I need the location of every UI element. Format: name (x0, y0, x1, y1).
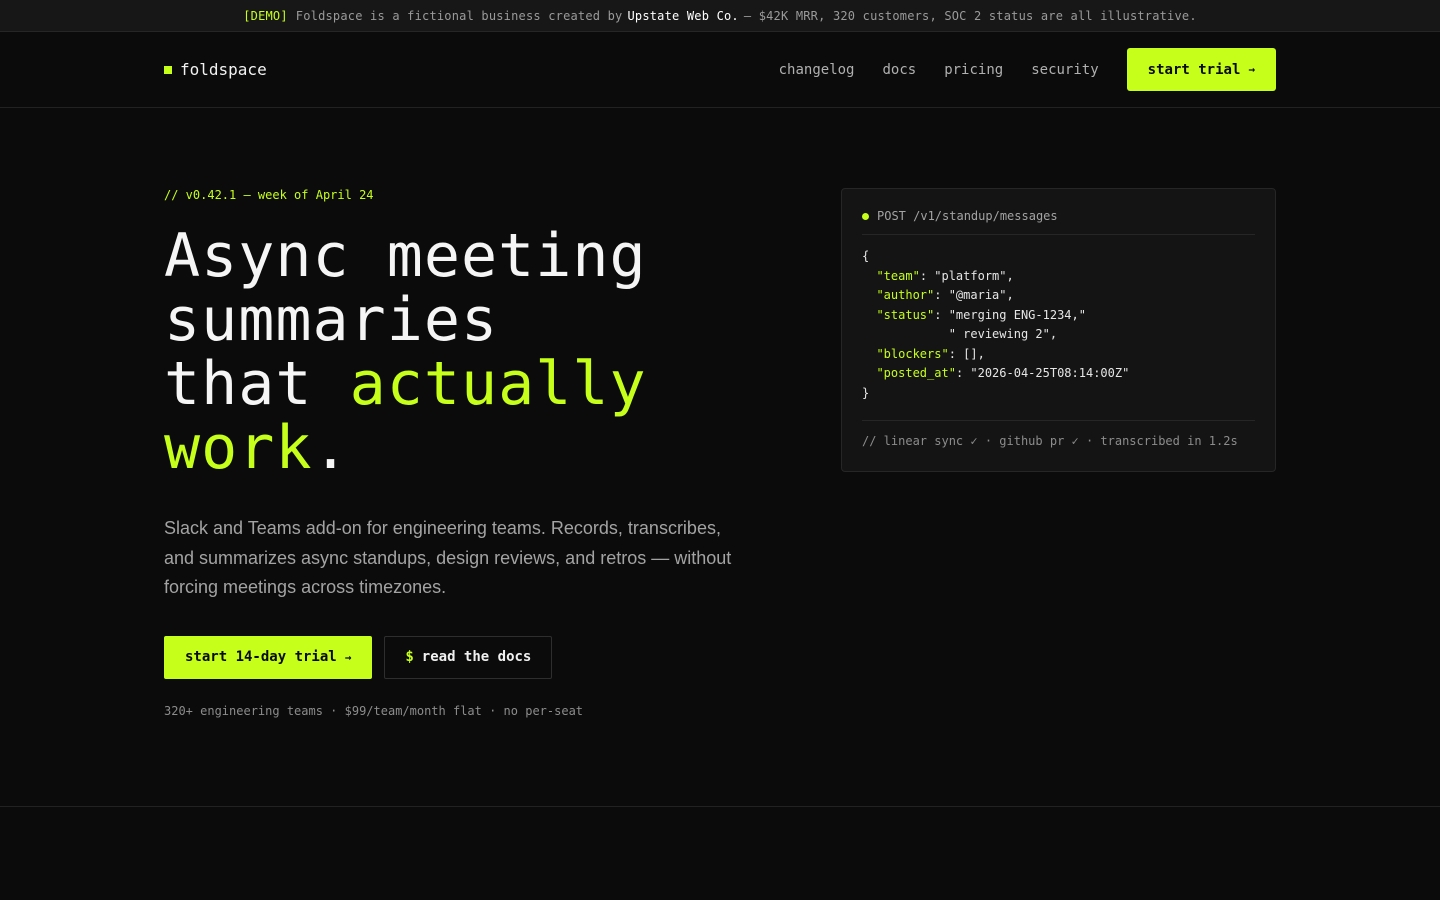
hero-footnote: 320+ engineering teams · $99/team/month … (164, 703, 584, 718)
code-key: "blockers" (876, 346, 949, 361)
code-value: " reviewing 2", (862, 327, 1058, 341)
code-value: : "@maria", (934, 288, 1014, 302)
logo-text: foldspace (180, 60, 267, 79)
status-dot-icon (862, 212, 869, 220)
code-value: : [], (948, 346, 985, 361)
start-trial-button[interactable]: start trial → (1126, 48, 1276, 91)
nav-link-pricing[interactable]: pricing (944, 62, 1003, 78)
demo-banner: [DEMO] Foldspace is a fictional business… (0, 0, 1440, 32)
hero-subtext: Slack and Teams add-on for engineering t… (164, 518, 732, 597)
demo-text-before: Foldspace is a fictional business create… (295, 8, 623, 23)
demo-tag: [DEMO] (243, 8, 288, 23)
hero-cta-row: start 14-day trial → $ read the docs (164, 635, 764, 679)
code-block: { "team": "platform", "author": "@maria"… (862, 247, 1255, 403)
code-card-header: POST /v1/standup/messages (862, 209, 1255, 235)
code-card-footer: // linear sync ✓ · github pr ✓ · transcr… (862, 420, 1255, 448)
hero-headline: Async meeting summaries that actually wo… (164, 224, 764, 480)
code-key: "status" (876, 307, 935, 322)
code-open-brace: { (862, 249, 870, 263)
demo-text-after: — $42K MRR, 320 customers, SOC 2 status … (743, 8, 1197, 23)
headline-accent-work: work (164, 413, 313, 483)
logo[interactable]: foldspace (164, 60, 267, 79)
api-code-card: POST /v1/standup/messages { "team": "pla… (841, 188, 1276, 472)
headline-line-1: Async meeting (164, 221, 647, 291)
nav-link-docs[interactable]: docs (882, 62, 916, 78)
version-label: // v0.42.1 — week of April 24 (164, 188, 374, 202)
code-key: "team" (876, 268, 920, 283)
code-close-brace: } (862, 385, 870, 400)
secondary-cta-label: read the docs (421, 649, 532, 665)
arrow-right-icon: → (1248, 63, 1255, 76)
demo-brand-link[interactable]: Upstate Web Co. (627, 9, 738, 23)
code-value: : "platform", (919, 268, 1014, 283)
nav-link-changelog[interactable]: changelog (779, 62, 855, 78)
nav-links: changelog docs pricing security start tr… (779, 48, 1276, 91)
logo-square-icon (164, 65, 172, 74)
headline-period: . (312, 413, 350, 483)
nav-link-security[interactable]: security (1031, 62, 1098, 78)
hero-section: // v0.42.1 — week of April 24 Async meet… (0, 108, 1440, 807)
start-14-day-trial-button[interactable]: start 14-day trial → (164, 635, 373, 679)
code-value: : "2026-04-25T08:14:00Z" (955, 366, 1130, 380)
code-value: : "merging ENG-1234," (934, 307, 1086, 322)
top-nav: foldspace changelog docs pricing securit… (0, 32, 1440, 108)
headline-accent-actually: actually (349, 349, 647, 419)
headline-line-2: summaries (164, 285, 499, 355)
start-trial-label: start trial (1147, 61, 1241, 78)
endpoint-label: POST /v1/standup/messages (877, 209, 1058, 223)
code-key: "author" (876, 288, 935, 302)
read-docs-button[interactable]: $ read the docs (384, 635, 553, 679)
hero-content: // v0.42.1 — week of April 24 Async meet… (164, 188, 764, 718)
arrow-right-icon: → (344, 650, 352, 664)
dollar-prompt-icon: $ (405, 649, 414, 665)
code-key: "posted_at" (876, 366, 956, 380)
headline-that: that (164, 349, 350, 419)
primary-cta-label: start 14-day trial (185, 649, 337, 665)
